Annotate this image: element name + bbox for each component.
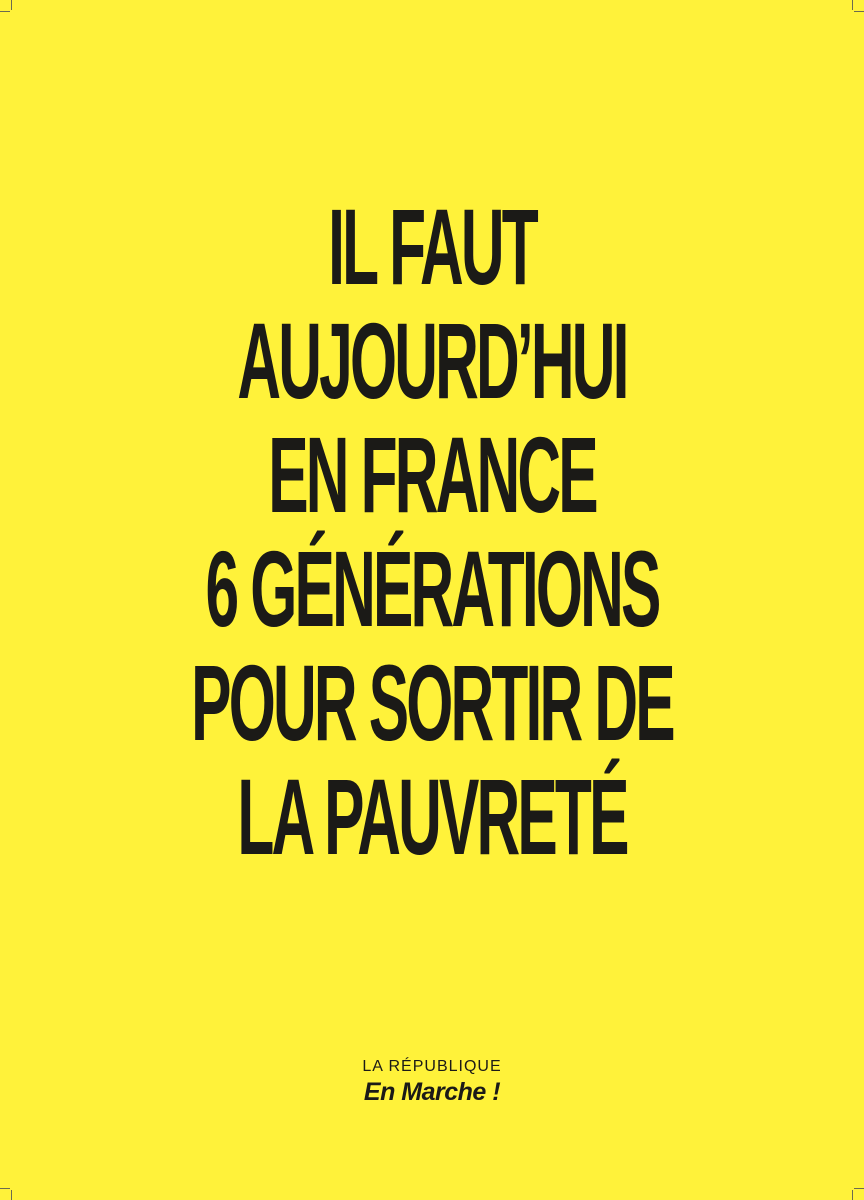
trim-mark [854, 11, 864, 12]
headline-line-5: POUR SORTIR DE [191, 642, 675, 763]
brand-name-top: LA RÉPUBLIQUE [362, 1058, 502, 1075]
trim-mark [0, 11, 10, 12]
headline-line-3: EN FRANCE [268, 414, 598, 535]
trim-mark [854, 1188, 864, 1189]
headline: IL FAUT AUJOURD’HUI EN FRANCE 6 GÉNÉRATI… [0, 190, 864, 874]
trim-mark [11, 1190, 12, 1200]
trim-mark [11, 0, 12, 10]
trim-mark [852, 1190, 853, 1200]
trim-mark [852, 0, 853, 10]
headline-line-4: 6 GÉNÉRATIONS [205, 528, 661, 649]
trim-mark [0, 1188, 10, 1189]
poster: IL FAUT AUJOURD’HUI EN FRANCE 6 GÉNÉRATI… [0, 0, 864, 1200]
brand-name-logo: En Marche ! [363, 1078, 501, 1106]
headline-line-1: IL FAUT [328, 186, 539, 307]
headline-line-6: LA PAUVRETÉ [237, 756, 629, 877]
headline-line-2: AUJOURD’HUI [237, 300, 629, 421]
